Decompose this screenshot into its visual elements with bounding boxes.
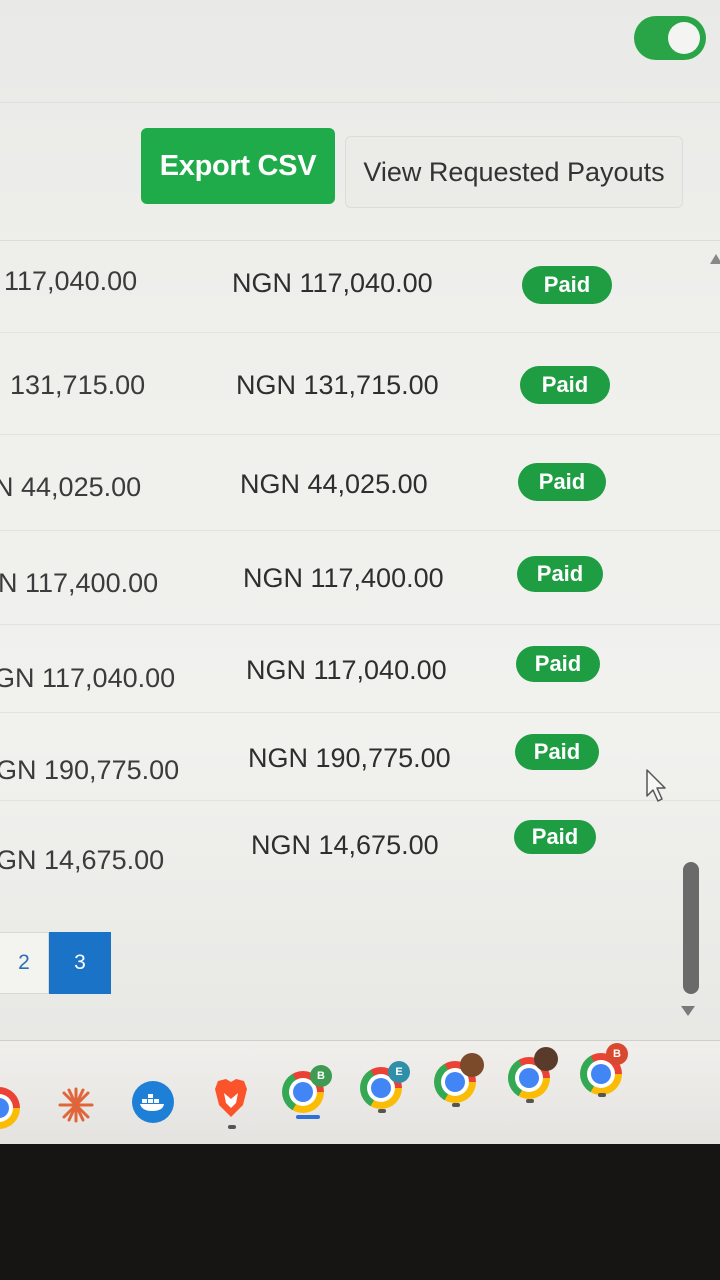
profile-badge: E <box>388 1061 410 1083</box>
status-badge: Paid <box>517 556 603 592</box>
pagination: 2 3 <box>0 932 111 994</box>
status-badge: Paid <box>522 266 612 304</box>
table-cell-amount: 131,715.00 <box>10 370 146 400</box>
table-cell-amount: GN 190,775.00 <box>0 755 180 785</box>
row-divider <box>0 712 720 713</box>
profile-avatar <box>460 1053 484 1077</box>
row-divider <box>0 624 720 625</box>
status-badge: Paid <box>518 463 606 501</box>
brave-icon[interactable] <box>212 1077 250 1119</box>
table-cell-ngn: NGN 44,025.00 <box>240 469 428 499</box>
active-indicator <box>296 1115 320 1119</box>
chrome-icon[interactable] <box>0 1087 20 1129</box>
status-badge: Paid <box>520 366 610 404</box>
table-header-divider <box>0 240 720 241</box>
profile-badge: B <box>606 1043 628 1065</box>
table-cell-ngn: NGN 131,715.00 <box>236 370 439 400</box>
table-cell-ngn: NGN 14,675.00 <box>251 830 439 860</box>
docker-icon[interactable] <box>132 1081 174 1123</box>
theme-toggle[interactable] <box>634 16 706 60</box>
status-badge: Paid <box>514 820 596 854</box>
table-cell-amount: 117,040.00 <box>4 266 138 296</box>
table-cell-ngn: NGN 117,400.00 <box>243 563 444 593</box>
scroll-up-arrow-icon[interactable] <box>710 254 720 264</box>
page-button-2[interactable]: 2 <box>0 932 49 994</box>
profile-badge: B <box>310 1065 332 1087</box>
monitor-bezel <box>0 1144 720 1280</box>
scrollbar-thumb[interactable] <box>683 862 699 994</box>
status-badge: Paid <box>515 734 599 770</box>
divider <box>0 102 720 103</box>
table-cell-ngn: NGN 190,775.00 <box>248 743 451 773</box>
row-divider <box>0 530 720 531</box>
table-cell-amount: N 117,400.00 <box>0 568 159 598</box>
row-divider <box>0 332 720 333</box>
table-cell-ngn: NGN 117,040.00 <box>232 268 433 298</box>
table-cell-amount: N 44,025.00 <box>0 472 142 502</box>
row-divider <box>0 434 720 435</box>
scroll-down-arrow-icon[interactable] <box>681 1006 695 1016</box>
running-indicator <box>228 1125 236 1129</box>
table-cell-ngn: NGN 117,040.00 <box>246 655 447 685</box>
status-badge: Paid <box>516 646 600 682</box>
table-cell-amount: GN 14,675.00 <box>0 845 165 875</box>
mouse-pointer-icon <box>646 769 666 802</box>
view-requested-payouts-button[interactable]: View Requested Payouts <box>345 136 683 208</box>
claude-icon[interactable] <box>56 1085 96 1125</box>
running-indicator <box>378 1109 386 1113</box>
running-indicator <box>598 1093 606 1097</box>
row-divider <box>0 800 720 801</box>
chrome-profile-photo2-icon[interactable] <box>508 1047 558 1099</box>
running-indicator <box>526 1099 534 1103</box>
chrome-profile-b2-icon[interactable]: B <box>580 1043 628 1095</box>
chrome-profile-e-icon[interactable]: E <box>360 1061 410 1109</box>
chrome-profile-b-icon[interactable]: B <box>282 1065 332 1113</box>
table-cell-amount: GN 117,040.00 <box>0 663 176 693</box>
profile-avatar <box>534 1047 558 1071</box>
amount-value: 44,025.00 <box>21 472 142 502</box>
running-indicator <box>452 1103 460 1107</box>
export-csv-button[interactable]: Export CSV <box>141 128 335 204</box>
toggle-knob <box>668 22 700 54</box>
taskbar: B E B <box>0 1040 720 1145</box>
page-button-3[interactable]: 3 <box>49 932 111 994</box>
chrome-profile-photo-icon[interactable] <box>434 1053 484 1103</box>
app-screen: Export CSV View Requested Payouts 117,04… <box>0 0 720 1060</box>
